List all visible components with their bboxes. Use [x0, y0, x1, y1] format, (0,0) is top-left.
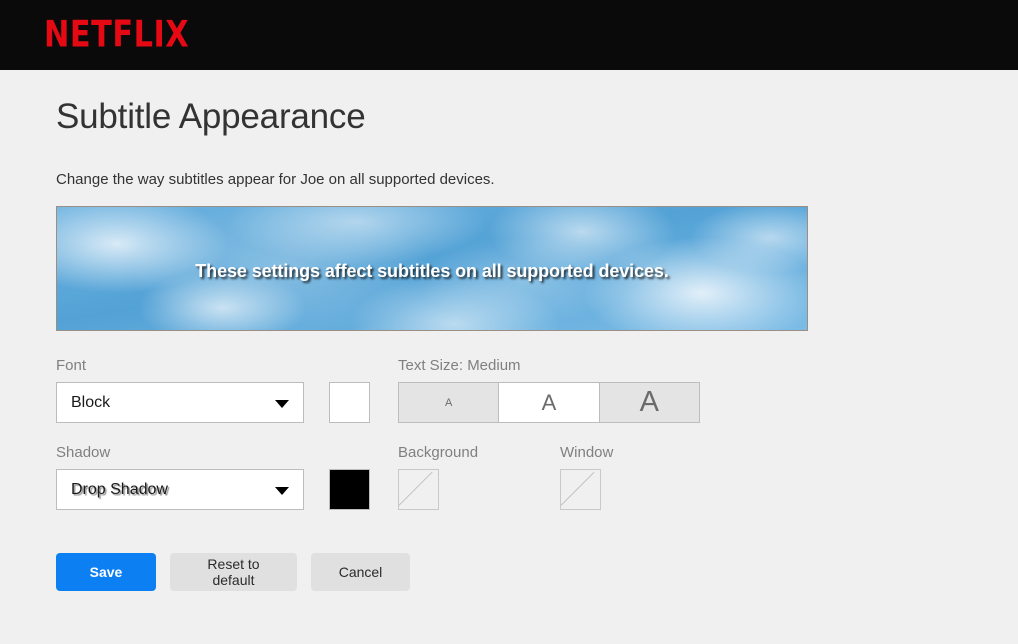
- controls-row-one: Font Block Text Size: Medium A A A: [56, 358, 808, 423]
- background-label: Background: [398, 444, 479, 461]
- chevron-down-icon: [275, 486, 289, 495]
- text-size-medium-button[interactable]: A: [499, 383, 600, 422]
- window-label: Window: [560, 444, 614, 461]
- text-size-control-group: Text Size: Medium A A A: [398, 358, 700, 423]
- subtitle-preview-panel: These settings affect subtitles on all s…: [56, 206, 808, 331]
- netflix-logo[interactable]: NETFLIX: [44, 16, 189, 54]
- save-button[interactable]: Save: [56, 553, 156, 591]
- cancel-button[interactable]: Cancel: [311, 553, 410, 591]
- background-color-swatch[interactable]: [398, 469, 439, 510]
- shadow-select[interactable]: Drop Shadow: [56, 469, 304, 510]
- reset-to-default-button[interactable]: Reset to default: [170, 553, 297, 591]
- shadow-control-group: Shadow Drop Shadow: [56, 445, 398, 510]
- text-size-label: Text Size: Medium: [398, 357, 521, 374]
- shadow-select-group: Drop Shadow: [56, 469, 398, 510]
- shadow-label: Shadow: [56, 444, 111, 461]
- window-control-group: Window: [560, 445, 720, 510]
- shadow-color-swatch[interactable]: [329, 469, 370, 510]
- font-select[interactable]: Block: [56, 382, 304, 423]
- font-select-value: Block: [71, 393, 111, 411]
- chevron-down-icon: [275, 399, 289, 408]
- window-color-swatch[interactable]: [560, 469, 601, 510]
- site-header: NETFLIX: [0, 0, 1018, 70]
- font-select-group: Block: [56, 382, 398, 423]
- page-title: Subtitle Appearance: [56, 97, 366, 136]
- font-control-group: Font Block: [56, 358, 398, 423]
- text-size-segmented-control: A A A: [398, 382, 700, 423]
- background-control-group: Background: [398, 445, 560, 510]
- font-label: Font: [56, 357, 87, 374]
- subtitle-preview-text: These settings affect subtitles on all s…: [195, 261, 669, 281]
- page-description: Change the way subtitles appear for Joe …: [56, 171, 495, 188]
- subtitle-settings-controls: Font Block Text Size: Medium A A A Shado…: [56, 358, 808, 510]
- shadow-select-value: Drop Shadow: [71, 480, 168, 498]
- text-size-large-button[interactable]: A: [599, 383, 699, 422]
- controls-row-two: Shadow Drop Shadow Background Window: [56, 445, 808, 510]
- page-content: Subtitle Appearance Change the way subti…: [0, 70, 1018, 591]
- text-size-small-button[interactable]: A: [399, 383, 500, 422]
- font-color-swatch[interactable]: [329, 382, 370, 423]
- action-button-bar: Save Reset to default Cancel: [56, 553, 1018, 591]
